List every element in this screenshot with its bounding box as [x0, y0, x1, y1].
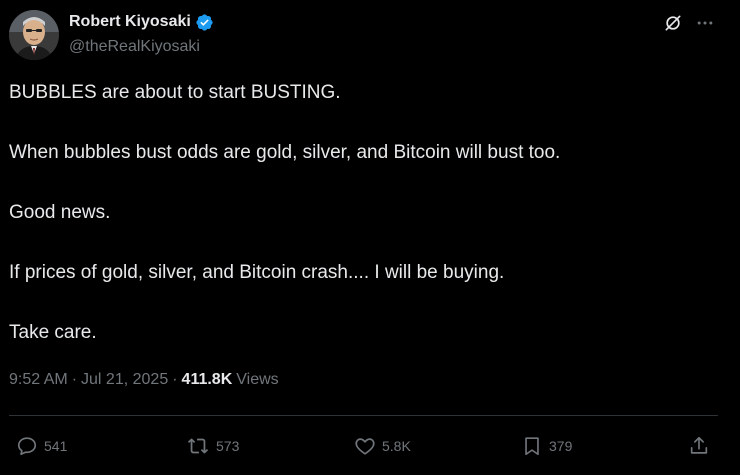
repost-button[interactable]: 573	[186, 425, 239, 467]
author-name-row: Robert Kiyosaki	[69, 12, 214, 32]
bookmark-button[interactable]: 379	[521, 425, 572, 467]
tweet-time[interactable]: 9:52 AM	[9, 371, 68, 389]
tweet-paragraph: If prices of gold, silver, and Bitcoin c…	[9, 262, 505, 283]
bookmark-count: 379	[549, 438, 573, 454]
tweet-paragraph: Take care.	[9, 322, 97, 343]
divider	[9, 415, 718, 416]
meta-separator: ·	[172, 371, 178, 388]
share-icon	[690, 436, 708, 454]
repost-count: 573	[216, 438, 240, 454]
author-handle[interactable]: @theRealKiyosaki	[69, 38, 200, 56]
like-count: 5.8K	[382, 438, 411, 454]
share-button[interactable]	[688, 425, 710, 467]
avatar-image	[9, 10, 59, 60]
like-button[interactable]: 5.8K	[354, 425, 411, 467]
repost-icon	[187, 438, 209, 454]
tweet-paragraph: Good news.	[9, 202, 111, 223]
more-icon[interactable]	[692, 10, 718, 36]
bookmark-icon	[525, 437, 539, 456]
tweet-paragraph: BUBBLES are about to start BUSTING.	[9, 82, 341, 103]
meta-separator: ·	[71, 371, 78, 388]
tweet-card: Robert Kiyosaki @theRealKiyosaki BUBBLES…	[0, 0, 740, 475]
like-icon	[355, 438, 375, 455]
views-count: 411.8K	[181, 371, 233, 388]
grok-icon[interactable]	[660, 10, 686, 36]
tweet-paragraph: When bubbles bust odds are gold, silver,…	[9, 142, 561, 163]
avatar[interactable]	[9, 10, 59, 60]
reply-icon	[17, 437, 37, 456]
action-bar: 541 573 5.8K 379	[0, 425, 740, 467]
verified-icon[interactable]	[195, 13, 214, 32]
tweet-meta: 9:52 AM · Jul 21, 2025 · 411.8K Views	[9, 371, 279, 389]
tweet-date[interactable]: Jul 21, 2025	[81, 371, 168, 389]
author-display-name[interactable]: Robert Kiyosaki	[69, 13, 191, 31]
reply-button[interactable]: 541	[16, 425, 67, 467]
views-label: Views	[236, 371, 279, 388]
reply-count: 541	[44, 438, 68, 454]
